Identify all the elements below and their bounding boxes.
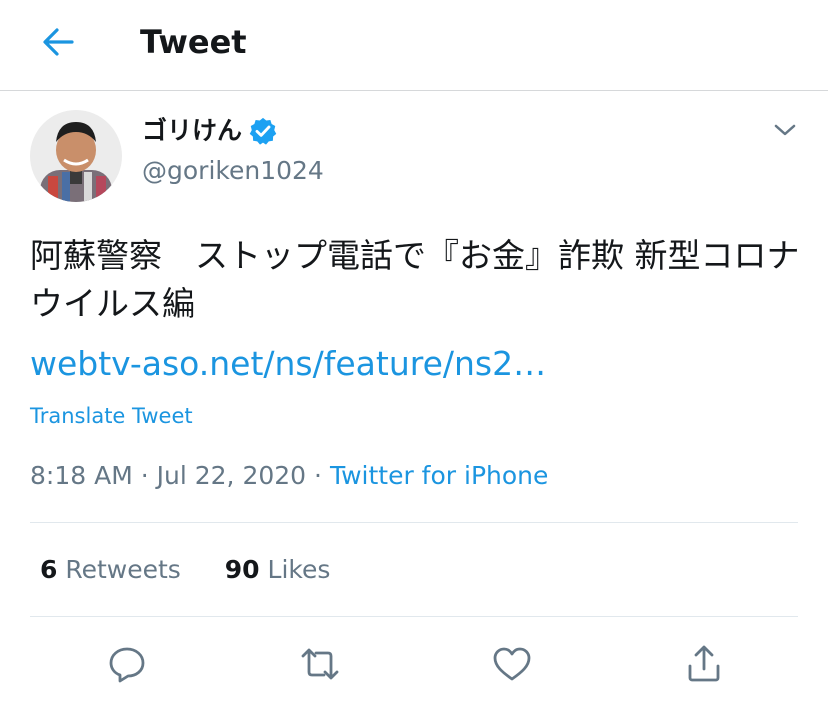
likes-label: Likes — [267, 555, 331, 584]
tweet-stats: 6 Retweets 90 Likes — [40, 552, 330, 588]
translate-tweet-link[interactable]: Translate Tweet — [30, 402, 193, 430]
retweets-count: 6 — [40, 555, 58, 584]
retweets-label: Retweets — [65, 555, 181, 584]
meta-separator: · — [140, 461, 149, 490]
likes-count: 90 — [224, 555, 260, 584]
avatar[interactable] — [30, 110, 122, 202]
divider — [30, 522, 798, 523]
chevron-down-icon[interactable] — [770, 118, 800, 142]
likes-stat[interactable]: 90 Likes — [225, 552, 331, 588]
tweet-source[interactable]: Twitter for iPhone — [330, 461, 548, 490]
header-bar: Tweet — [0, 0, 828, 91]
verified-badge-icon — [249, 117, 277, 145]
like-icon[interactable] — [490, 642, 534, 686]
back-arrow-icon[interactable] — [38, 24, 78, 60]
tweet-text: 阿蘇警察 ストップ電話で『お金』詐欺 新型コロナウイルス編 — [30, 236, 800, 323]
divider — [30, 616, 798, 617]
user-name-row: ゴリけん — [142, 114, 278, 148]
user-handle[interactable]: @goriken1024 — [142, 154, 324, 188]
tweet-date: Jul 22, 2020 — [156, 461, 307, 490]
share-icon[interactable] — [682, 642, 726, 686]
page-title: Tweet — [140, 23, 247, 61]
tweet-time: 8:18 AM — [30, 461, 133, 490]
reply-icon[interactable] — [105, 642, 149, 686]
retweets-stat[interactable]: 6 Retweets — [40, 552, 181, 588]
meta-separator: · — [314, 461, 322, 490]
retweet-icon[interactable] — [298, 642, 342, 686]
tweet-link[interactable]: webtv-aso.net/ns/feature/ns2… — [30, 340, 546, 388]
display-name[interactable]: ゴリけん — [142, 114, 242, 148]
tweet-meta: 8:18 AM · Jul 22, 2020 · Twitter for iPh… — [30, 458, 548, 494]
